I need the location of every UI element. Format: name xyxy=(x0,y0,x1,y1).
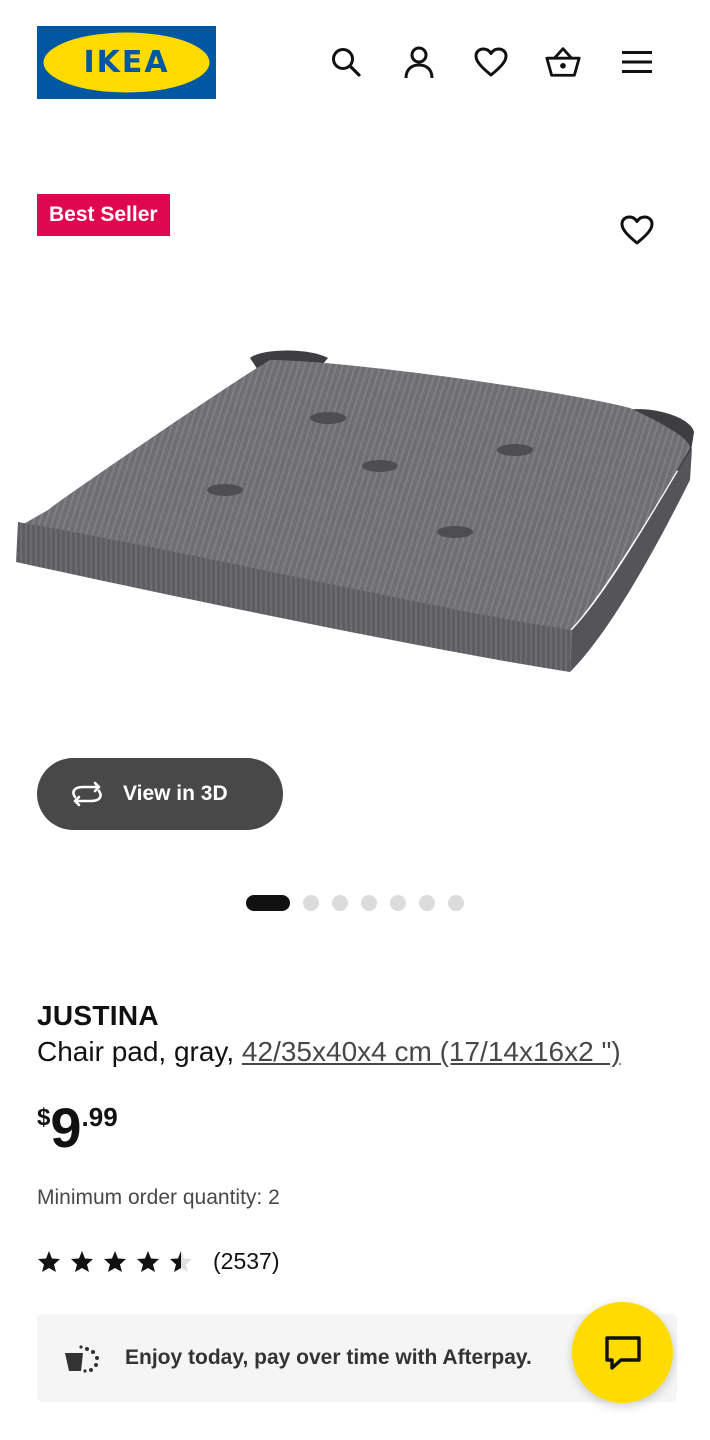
rating-stars xyxy=(37,1250,193,1273)
carousel-dot[interactable] xyxy=(303,895,319,911)
product-description: Chair pad, gray, 42/35x40x4 cm (17/14x16… xyxy=(37,1036,621,1068)
afterpay-icon xyxy=(65,1345,99,1373)
price-integer: 9 xyxy=(50,1096,82,1159)
heart-icon[interactable] xyxy=(473,44,509,80)
minimum-order-text: Minimum order quantity: 2 xyxy=(37,1186,280,1209)
star-full-icon xyxy=(71,1251,93,1272)
best-seller-badge: Best Seller xyxy=(37,194,170,236)
chat-button[interactable] xyxy=(572,1302,673,1403)
basket-icon[interactable] xyxy=(545,44,581,80)
measurements-link[interactable]: 42/35x40x4 cm (17/14x16x2 ") xyxy=(242,1036,621,1067)
view-in-3d-label: View in 3D xyxy=(123,782,228,805)
logo-text: IKEA xyxy=(83,45,170,80)
star-half-icon xyxy=(170,1251,192,1272)
star-full-icon xyxy=(137,1251,159,1272)
afterpay-text: Enjoy today, pay over time with Afterpay… xyxy=(125,1346,532,1369)
ikea-logo[interactable]: IKEA xyxy=(37,26,216,99)
carousel-dot[interactable] xyxy=(390,895,406,911)
product-rating[interactable]: (2537) xyxy=(37,1248,279,1275)
image-carousel-indicator xyxy=(246,895,464,911)
star-full-icon xyxy=(104,1251,126,1272)
carousel-dot[interactable] xyxy=(419,895,435,911)
chat-icon xyxy=(604,1335,641,1370)
heart-outline-icon xyxy=(620,215,654,245)
user-icon[interactable] xyxy=(401,44,437,80)
review-count[interactable]: (2537) xyxy=(213,1248,279,1275)
price-currency: $ xyxy=(37,1104,51,1131)
add-to-favorites-button[interactable] xyxy=(617,210,657,250)
product-image-chair-pad[interactable] xyxy=(0,330,710,750)
star-full-icon xyxy=(38,1251,60,1272)
carousel-dot[interactable] xyxy=(448,895,464,911)
search-icon[interactable] xyxy=(328,44,364,80)
menu-icon[interactable] xyxy=(619,44,655,80)
carousel-dot-active[interactable] xyxy=(246,895,290,911)
product-name: JUSTINA xyxy=(37,1000,159,1031)
product-price: $ 9 .99 xyxy=(37,1098,118,1158)
view-in-3d-button[interactable]: View in 3D xyxy=(37,758,283,830)
product-type: Chair pad, gray, xyxy=(37,1036,242,1067)
carousel-dot[interactable] xyxy=(332,895,348,911)
carousel-dot[interactable] xyxy=(361,895,377,911)
top-header: IKEA xyxy=(0,0,710,124)
product-page: IKEA Best Seller View in 3D JUSTINA Chai… xyxy=(0,0,710,1440)
price-decimal: .99 xyxy=(81,1102,118,1132)
rotate-3d-icon xyxy=(72,781,102,807)
